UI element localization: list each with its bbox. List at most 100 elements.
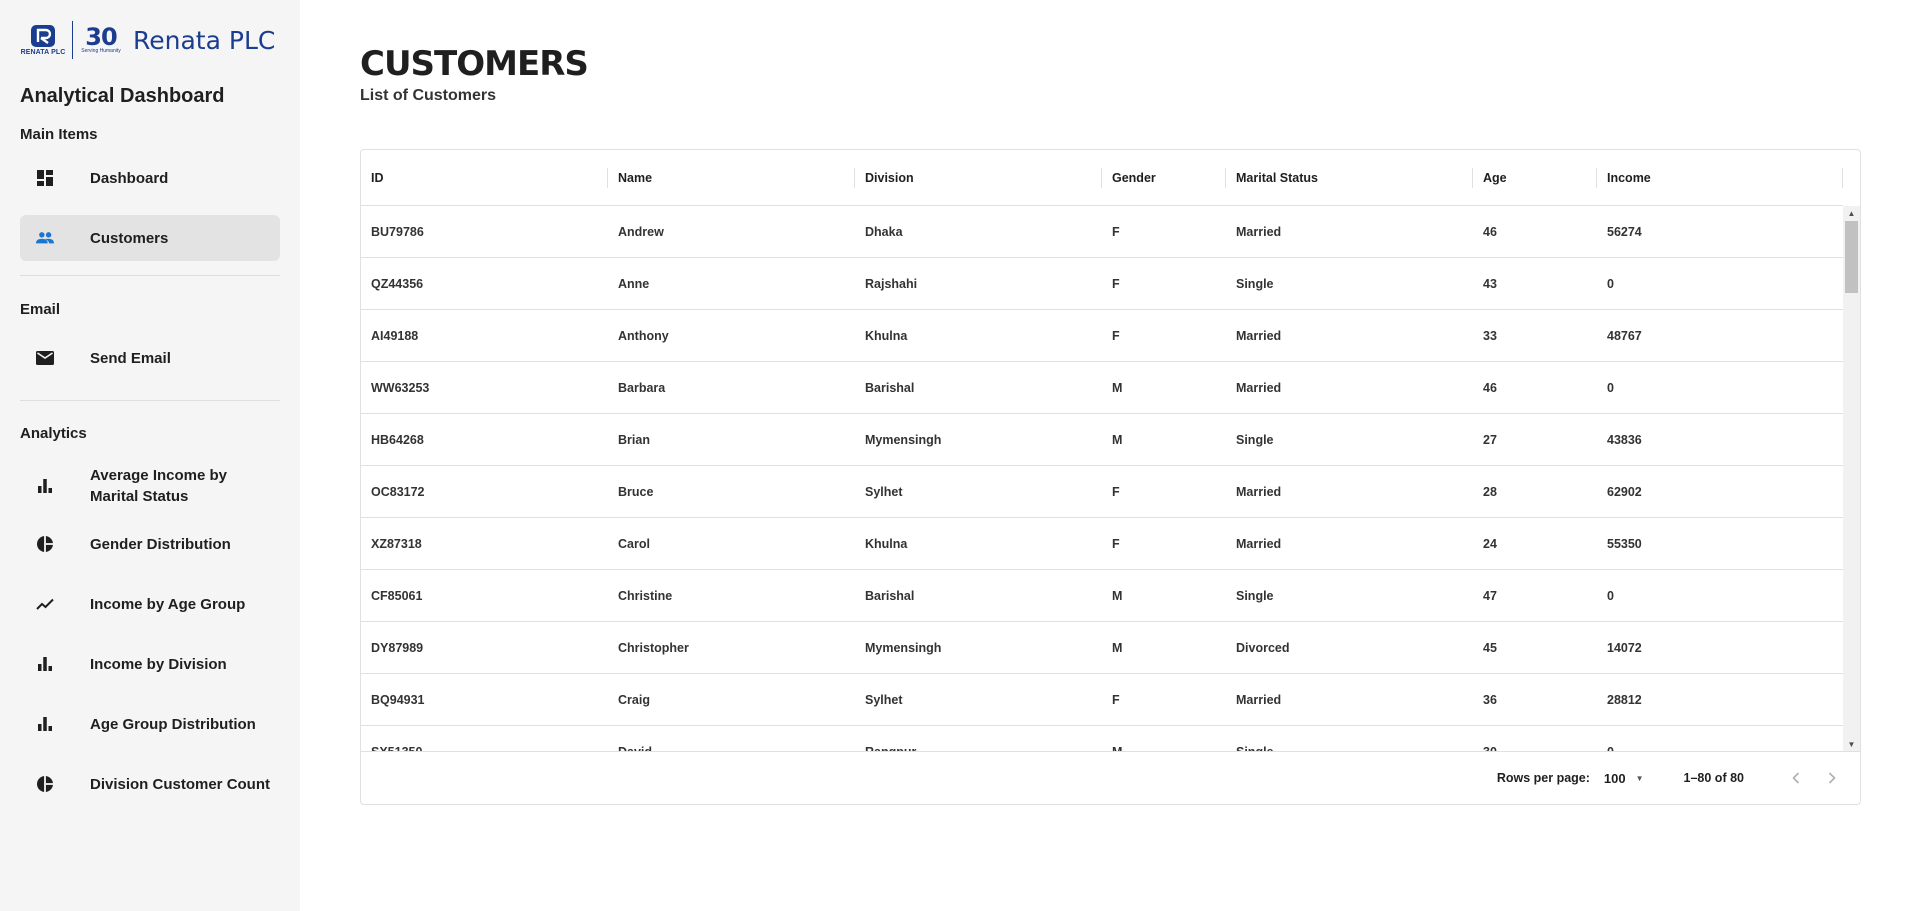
cell-division: Sylhet [865, 693, 903, 707]
cell-income: 28812 [1607, 693, 1642, 707]
table-row[interactable]: QZ44356 Anne Rajshahi F Single 43 0 [361, 258, 1843, 310]
brand-header: RENATA PLC 30 Serving Humanity Renata PL… [20, 0, 280, 78]
cell-age: 28 [1483, 485, 1497, 499]
cell-age: 45 [1483, 641, 1497, 655]
sidebar-item-division-customer-count[interactable]: Division Customer Count [20, 754, 280, 814]
table-body: BU79786 Andrew Dhaka F Married 46 56274 QZ4435… [361, 206, 1843, 751]
column-header-age[interactable]: Age [1473, 150, 1597, 206]
pie-chart-icon [36, 535, 54, 553]
cell-id: OC83172 [371, 485, 425, 499]
mail-icon [36, 349, 54, 367]
table-row[interactable]: SX51350DavidRangpurMSingle300 [361, 726, 1843, 751]
cell-gender: F [1112, 693, 1120, 707]
cell-division: Khulna [865, 537, 908, 551]
sidebar-item-age-group-distribution[interactable]: Age Group Distribution [20, 694, 280, 754]
cell-income: 56274 [1607, 225, 1642, 239]
cell-marital-status: Married [1236, 381, 1282, 395]
cell-division: Rangpur [855, 726, 1102, 751]
cell-id: QZ44356 [371, 277, 424, 291]
sidebar-item-label: Customers [90, 229, 169, 247]
sidebar-item-label: Send Email [90, 349, 171, 367]
sidebar-item-income-age-group[interactable]: Income by Age Group [20, 574, 280, 634]
cell-division: Rajshahi [865, 277, 918, 291]
table-row[interactable]: BU79786 Andrew Dhaka F Married 46 56274 [361, 206, 1843, 258]
cell-division: Dhaka [865, 225, 903, 239]
column-header-label: ID [371, 171, 384, 185]
cell-division: Mymensingh [865, 433, 942, 447]
scroll-down-arrow-icon[interactable]: ▼ [1843, 737, 1860, 751]
table-row[interactable]: BQ94931 Craig Sylhet F Married 36 28812 [361, 674, 1843, 726]
cell-marital-status: Married [1236, 225, 1282, 239]
rows-per-page-label: Rows per page: [1496, 771, 1590, 785]
cell-name: Barbara [618, 381, 666, 395]
chevron-right-icon [1828, 772, 1836, 784]
page-title: CUSTOMERS [360, 44, 589, 84]
column-header-income[interactable]: Income [1597, 150, 1843, 206]
sidebar-item-avg-income-marital[interactable]: Average Income by Marital Status [20, 456, 280, 516]
cell-age: 36 [1483, 693, 1497, 707]
cell-name: Brian [618, 433, 650, 447]
cell-id: AI49188 [371, 329, 419, 343]
cell-id: DY87989 [371, 641, 424, 655]
sidebar-item-label: Division Customer Count [90, 775, 271, 793]
column-separator[interactable] [1842, 168, 1843, 188]
cell-gender: F [1112, 485, 1120, 499]
sidebar-divider [20, 400, 280, 401]
sidebar: RENATA PLC 30 Serving Humanity Renata PL… [0, 0, 300, 911]
cell-marital-status: Single [1226, 726, 1473, 751]
anniversary-subtext: Serving Humanity [81, 48, 121, 54]
bar-chart-icon [36, 655, 54, 673]
previous-page-button[interactable] [1782, 764, 1810, 792]
table-row[interactable]: AI49188 Anthony Khulna F Married 33 48767 [361, 310, 1843, 362]
scrollbar-thumb[interactable] [1845, 221, 1858, 293]
cell-age: 27 [1483, 433, 1497, 447]
rows-per-page-select[interactable]: 100 ▼ [1604, 771, 1644, 786]
renata-logo-icon: RENATA PLC [20, 21, 66, 59]
cell-id: BU79786 [371, 225, 424, 239]
column-header-marital-status[interactable]: Marital Status [1226, 150, 1473, 206]
next-page-button[interactable] [1818, 764, 1846, 792]
sidebar-item-income-division[interactable]: Income by Division [20, 634, 280, 694]
column-header-label: Division [865, 171, 914, 185]
cell-id: WW63253 [371, 381, 430, 395]
column-header-gender[interactable]: Gender [1102, 150, 1226, 206]
cell-name: David [608, 726, 855, 751]
table-row[interactable]: XZ87318 Carol Khulna F Married 24 55350 [361, 518, 1843, 570]
table-row[interactable]: CF85061 Christine Barishal M Single 47 0 [361, 570, 1843, 622]
table-scrollbar[interactable]: ▲ ▼ [1843, 206, 1860, 751]
table-row[interactable]: HB64268 Brian Mymensingh M Single 27 43836 [361, 414, 1843, 466]
table-row[interactable]: OC83172 Bruce Sylhet F Married 28 62902 [361, 466, 1843, 518]
cell-division: Sylhet [865, 485, 903, 499]
column-header-id[interactable]: ID [361, 150, 608, 206]
column-header-name[interactable]: Name [608, 150, 855, 206]
table-row[interactable]: WW63253 Barbara Barishal M Married 46 0 [361, 362, 1843, 414]
cell-age: 46 [1483, 381, 1497, 395]
cell-gender: F [1112, 537, 1120, 551]
sidebar-item-customers[interactable]: Customers [20, 215, 280, 261]
cell-name: Craig [618, 693, 650, 707]
sidebar-item-gender-distribution[interactable]: Gender Distribution [20, 514, 280, 574]
cell-division: Barishal [865, 589, 915, 603]
cell-income: 0 [1607, 277, 1614, 291]
cell-id: CF85061 [371, 589, 423, 603]
sidebar-item-label: Income by Division [90, 655, 227, 673]
cell-id: BQ94931 [371, 693, 425, 707]
cell-age: 46 [1483, 225, 1497, 239]
cell-name: Anthony [618, 329, 669, 343]
column-header-label: Income [1607, 171, 1651, 185]
sidebar-item-label: Age Group Distribution [90, 715, 256, 733]
column-header-division[interactable]: Division [855, 150, 1102, 206]
sidebar-item-dashboard[interactable]: Dashboard [20, 155, 280, 201]
app-root: RENATA PLC 30 Serving Humanity Renata PL… [0, 0, 1919, 911]
scroll-up-arrow-icon[interactable]: ▲ [1843, 206, 1860, 220]
sidebar-item-send-email[interactable]: Send Email [20, 335, 280, 381]
table-row[interactable]: DY87989 Christopher Mymensingh M Divorced 45 1… [361, 622, 1843, 674]
column-header-label: Gender [1112, 171, 1156, 185]
cell-division: Mymensingh [865, 641, 942, 655]
page-subtitle: List of Customers [360, 87, 497, 104]
cell-gender: M [1102, 726, 1226, 751]
cell-gender: F [1112, 225, 1120, 239]
chevron-left-icon [1792, 772, 1800, 784]
anniversary-logo: 30 Serving Humanity [79, 20, 123, 60]
cell-age: 43 [1483, 277, 1497, 291]
